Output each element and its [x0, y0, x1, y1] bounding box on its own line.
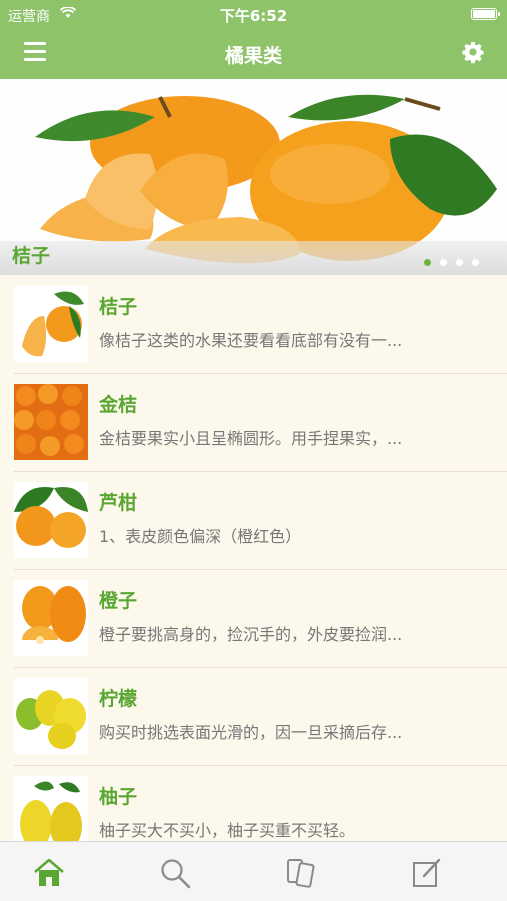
fruit-name: 金桔 [99, 394, 138, 416]
fruit-description: 像桔子这类的水果还要看看底部有没有一... [99, 331, 403, 350]
list-item[interactable]: 柚子 柚子买大不买小，柚子买重不买轻。 [14, 766, 507, 841]
fruit-thumbnail [14, 678, 88, 754]
fruit-list[interactable]: 桔子 像桔子这类的水果还要看看底部有没有一... 金桔 金桔要果实小且呈椭圆形。… [0, 276, 507, 841]
fruit-description: 1、表皮颜色偏深（橙红色） [99, 527, 302, 546]
top-bar: 运营商 下午6:52 橘果类 [0, 0, 507, 79]
fruit-description: 橙子要挑高身的，捡沉手的，外皮要捡润... [99, 625, 403, 644]
fruit-thumbnail [14, 384, 88, 460]
fruit-description: 金桔要果实小且呈椭圆形。用手捏果实，... [99, 429, 403, 448]
carousel-dot[interactable] [472, 259, 479, 266]
navigation-bar: 橘果类 [0, 28, 507, 79]
fruit-name: 柠檬 [99, 688, 138, 710]
gear-icon[interactable] [461, 40, 485, 64]
fruit-name: 橙子 [99, 590, 138, 612]
battery-icon [471, 8, 500, 20]
list-item[interactable]: 桔子 像桔子这类的水果还要看看底部有没有一... [14, 276, 507, 374]
carousel-dot[interactable] [456, 259, 463, 266]
tab-bar [0, 841, 507, 901]
cards-icon[interactable] [284, 856, 318, 890]
search-icon[interactable] [158, 856, 192, 890]
list-item[interactable]: 橙子 橙子要挑高身的，捡沉手的，外皮要捡润... [14, 570, 507, 668]
carousel-page-indicator[interactable] [415, 251, 479, 270]
fruit-description: 柚子买大不买小，柚子买重不买轻。 [99, 821, 356, 840]
fruit-name: 柚子 [99, 786, 138, 808]
fruit-thumbnail [14, 482, 88, 558]
carousel-dot[interactable] [440, 259, 447, 266]
fruit-thumbnail [14, 776, 88, 841]
home-icon[interactable] [32, 856, 66, 890]
list-item[interactable]: 芦柑 1、表皮颜色偏深（橙红色） [14, 472, 507, 570]
fruit-name: 桔子 [99, 296, 138, 318]
status-bar: 运营商 下午6:52 [0, 0, 507, 28]
list-item[interactable]: 柠檬 购买时挑选表面光滑的，因一旦采摘后存... [14, 668, 507, 766]
fruit-thumbnail [14, 286, 88, 362]
page-title: 橘果类 [224, 45, 282, 67]
banner-carousel[interactable]: 桔子 [0, 79, 507, 275]
list-item[interactable]: 金桔 金桔要果实小且呈椭圆形。用手捏果实，... [14, 374, 507, 472]
edit-icon[interactable] [410, 856, 444, 890]
fruit-thumbnail [14, 580, 88, 656]
carousel-dot-active[interactable] [424, 259, 431, 266]
fruit-name: 芦柑 [99, 492, 138, 514]
status-time: 下午6:52 [219, 7, 288, 25]
banner-caption: 桔子 [12, 245, 51, 267]
fruit-description: 购买时挑选表面光滑的，因一旦采摘后存... [99, 723, 403, 742]
